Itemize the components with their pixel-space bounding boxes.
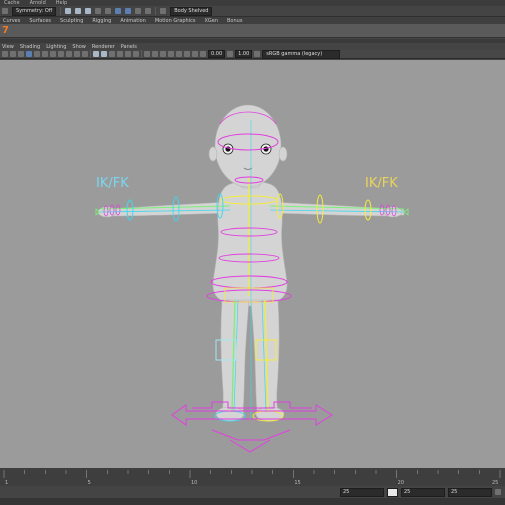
time-ticks: 1 5 10 15 20 25 [3,470,501,486]
safe-title-icon[interactable] [82,51,88,57]
world-control [171,401,333,453]
resolution-gate-icon[interactable] [50,51,56,57]
divider [90,50,91,58]
viewport-scene[interactable] [0,60,505,468]
panel-menu-lighting[interactable]: Lighting [46,44,66,50]
shelf: 7 [0,24,505,38]
symmetry-dropdown[interactable]: Symmetry: Off [12,6,57,16]
grid-icon[interactable] [34,51,40,57]
lights-icon[interactable] [125,51,131,57]
shelf-tab-bonus[interactable]: Bonus [227,18,242,24]
xray-joints-icon[interactable] [160,51,166,57]
time-slider-ruler[interactable]: 1 5 10 15 20 25 [0,468,505,486]
exposure-icon[interactable] [200,51,206,57]
range-max-field[interactable]: 25 [448,487,492,497]
shelf-tab-surfaces[interactable]: Surfaces [29,18,51,24]
wireframe-icon[interactable] [93,51,99,57]
panel-toolbar: 0.00 1.00 sRGB gamma (legacy) [0,49,505,59]
range-end-field[interactable]: 25 [401,487,445,497]
panel-menu-shading[interactable]: Shading [20,44,40,50]
ipr-render-icon[interactable] [125,8,132,14]
shelf-tab-motion-graphics[interactable]: Motion Graphics [155,18,196,24]
ikfk-switch-left[interactable]: IK/FK [96,176,129,191]
ambient-occlusion-icon[interactable] [168,51,174,57]
film-gate-icon[interactable] [42,51,48,57]
auto-key-icon[interactable] [495,489,501,495]
isolate-select-icon[interactable] [144,51,150,57]
gate-mask-icon[interactable] [58,51,64,57]
command-line[interactable] [0,498,505,505]
shelf-tab-rigging[interactable]: Rigging [92,18,111,24]
xray-icon[interactable] [152,51,158,57]
arrow-icon[interactable] [2,8,8,14]
new-scene-icon[interactable] [65,8,72,14]
range-slider: 25 25 25 [0,486,505,498]
snap-icon[interactable] [160,8,167,14]
divider [60,7,62,15]
redo-icon[interactable] [105,8,112,14]
shelf-script-button[interactable]: 7 [2,25,9,36]
time-slider[interactable]: 1 5 10 15 20 25 [0,468,505,486]
open-scene-icon[interactable] [75,8,82,14]
panel-menu: View Shading Lighting Show Renderer Pane… [0,43,505,50]
panel-menu-show[interactable]: Show [72,44,86,50]
panel-menu-view[interactable]: View [2,44,14,50]
shelf-tab-xgen[interactable]: XGen [204,18,218,24]
default-material-icon[interactable] [109,51,115,57]
ikfk-switch-right[interactable]: IK/FK [365,176,398,191]
right-hand-tip [403,208,409,216]
lock-camera-icon[interactable] [10,51,16,57]
shadows-icon[interactable] [133,51,139,57]
image-plane-icon[interactable] [26,51,32,57]
hypershade-icon[interactable] [145,8,152,14]
shelf-tabs: Curves Surfaces Sculpting Rigging Animat… [0,17,505,24]
panel-menu-panels[interactable]: Panels [121,44,137,50]
divider [155,7,157,15]
save-scene-icon[interactable] [85,8,92,14]
gamma-field[interactable]: 1.00 [235,50,253,58]
gamma-icon[interactable] [227,51,234,57]
color-management-icon[interactable] [254,51,261,57]
anti-aliasing-icon[interactable] [184,51,190,57]
textured-icon[interactable] [117,51,123,57]
viewport[interactable]: IK/FK IK/FK [0,60,505,468]
shelf-tab-sculpting[interactable]: Sculpting [60,18,83,24]
shelf-tab-curves[interactable]: Curves [3,18,20,24]
divider [141,50,142,58]
bookmark-icon[interactable] [18,51,24,57]
motion-blur-icon[interactable] [176,51,182,57]
range-start-field[interactable]: 25 [340,487,384,497]
depth-of-field-icon[interactable] [192,51,198,57]
workspace-dropdown[interactable]: Body Shelved [170,6,213,16]
field-chart-icon[interactable] [66,51,72,57]
status-line: Symmetry: Off Body Shelved [0,6,505,17]
colorspace-dropdown[interactable]: sRGB gamma (legacy) [262,49,341,59]
panel-menu-renderer[interactable]: Renderer [92,44,115,50]
shelf-tab-animation[interactable]: Animation [120,18,146,24]
camera-icon[interactable] [2,51,8,57]
smooth-shade-icon[interactable] [101,51,107,57]
range-slider-handle[interactable] [387,487,398,497]
render-settings-icon[interactable] [135,8,142,14]
undo-icon[interactable] [95,8,102,14]
safe-action-icon[interactable] [74,51,80,57]
render-icon[interactable] [115,8,122,14]
exposure-field[interactable]: 0.00 [208,50,226,58]
